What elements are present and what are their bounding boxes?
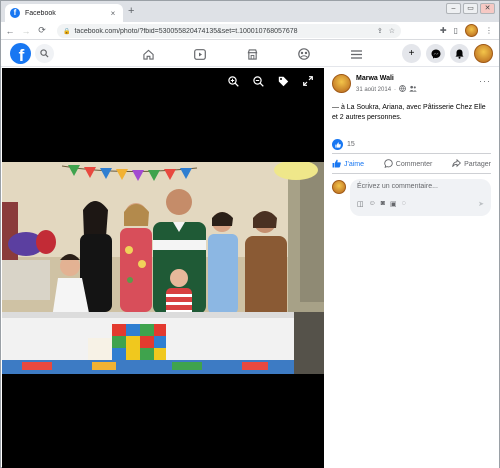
new-tab-button[interactable]: +	[128, 5, 134, 17]
messenger-icon[interactable]	[426, 44, 445, 63]
maximize-button[interactable]: ▭	[463, 3, 478, 14]
close-window-button[interactable]: ✕	[480, 3, 495, 14]
post-details-panel: Marwa Wali 31 août 2014 · ··· — à La Sou…	[324, 68, 499, 468]
separator-dot: ·	[394, 86, 397, 93]
share-arrow-icon	[452, 158, 462, 170]
facebook-logo-icon[interactable]: f	[10, 43, 31, 64]
avatar-sticker-icon[interactable]: ◌	[402, 200, 406, 208]
sticker-icon[interactable]: ◫	[357, 200, 364, 208]
marketplace-icon[interactable]	[241, 43, 263, 65]
viewer-controls	[227, 76, 314, 90]
post-meta: 31 août 2014 ·	[356, 85, 417, 94]
chrome-menu-icon[interactable]: ⋮	[485, 26, 493, 35]
birthday-photo[interactable]	[2, 162, 324, 374]
bookmark-star-icon[interactable]: ☆	[389, 27, 395, 35]
comment-label: Commenter	[395, 160, 433, 168]
tag-icon[interactable]	[277, 76, 289, 90]
back-arrow-icon[interactable]: ←	[3, 26, 17, 36]
reload-icon[interactable]: ⟳	[35, 25, 49, 36]
browser-tab-facebook[interactable]: f Facebook ×	[5, 4, 123, 22]
home-icon[interactable]	[137, 43, 159, 65]
like-reaction-icon	[332, 139, 343, 150]
reactions-summary[interactable]: 15	[332, 139, 355, 150]
like-label: J'aime	[344, 160, 365, 168]
url-text[interactable]: facebook.com/photo/?fbid=530055820474135…	[74, 28, 370, 35]
groups-icon[interactable]	[293, 43, 315, 65]
forward-arrow-icon[interactable]: →	[19, 26, 33, 36]
divider	[332, 153, 491, 154]
create-plus-icon[interactable]: +	[402, 44, 421, 63]
gif-icon[interactable]: ▣	[390, 200, 397, 208]
fullscreen-icon[interactable]	[302, 76, 314, 90]
camera-icon[interactable]: ◙	[381, 200, 385, 208]
share-button[interactable]: Partager	[452, 157, 491, 171]
divider	[332, 173, 491, 174]
tab-title: Facebook	[25, 9, 56, 17]
share-page-icon[interactable]: ⇪	[377, 27, 383, 35]
facebook-top-nav: f +	[1, 41, 499, 67]
like-button[interactable]: J'aime	[332, 157, 364, 171]
post-actions: J'aime Commenter Partager	[332, 157, 491, 171]
comment-bubble-icon	[384, 158, 393, 170]
address-bar[interactable]: 🔒 facebook.com/photo/?fbid=5300558204741…	[57, 24, 401, 38]
comment-button[interactable]: Commenter	[384, 157, 433, 171]
more-options-icon[interactable]: ···	[479, 76, 491, 86]
author-avatar[interactable]	[332, 74, 351, 93]
commenter-avatar[interactable]	[332, 180, 346, 194]
reaction-count: 15	[347, 141, 355, 148]
tab-strip: f Facebook × + – ▭ ✕	[1, 1, 499, 22]
comment-input[interactable]: Écrivez un commentaire...	[357, 183, 438, 190]
comment-tools: ◫ ☺ ◙ ▣ ◌	[357, 200, 406, 208]
author-name[interactable]: Marwa Wali	[356, 75, 394, 82]
photo-viewer	[2, 68, 324, 468]
emoji-icon[interactable]: ☺	[369, 200, 376, 208]
menu-icon[interactable]	[345, 43, 367, 65]
share-label: Partager	[464, 160, 491, 168]
side-panel-icon[interactable]: ▯	[454, 26, 458, 35]
post-date[interactable]: 31 août 2014	[356, 87, 391, 93]
browser-toolbar: ← → ⟳ 🔒 facebook.com/photo/?fbid=5300558…	[1, 22, 499, 40]
zoom-out-icon[interactable]	[252, 76, 264, 90]
thumbs-up-icon	[332, 159, 341, 170]
tab-close-icon[interactable]: ×	[108, 9, 118, 18]
people-icon	[409, 85, 417, 94]
send-icon[interactable]: ➤	[478, 200, 484, 208]
post-caption: — à La Soukra, Ariana, avec Pâtisserie C…	[332, 104, 486, 121]
minimize-button[interactable]: –	[446, 3, 461, 14]
browser-window: f Facebook × + – ▭ ✕ ← → ⟳ 🔒 facebook.co…	[0, 0, 500, 468]
facebook-favicon-icon: f	[10, 8, 20, 18]
browser-profile-avatar[interactable]	[465, 24, 478, 37]
comment-input-box[interactable]: Écrivez un commentaire... ◫ ☺ ◙ ▣ ◌ ➤	[350, 179, 491, 216]
account-avatar[interactable]	[474, 44, 493, 63]
search-icon[interactable]	[35, 44, 54, 63]
lock-icon[interactable]: 🔒	[63, 28, 70, 35]
notifications-bell-icon[interactable]	[450, 44, 469, 63]
globe-icon	[399, 85, 406, 94]
extensions-puzzle-icon[interactable]: ✚	[440, 26, 447, 35]
watch-icon[interactable]	[189, 43, 211, 65]
zoom-in-icon[interactable]	[227, 76, 239, 90]
toolbar-right: ✚ ▯ ⋮	[440, 24, 493, 37]
fb-right-actions: +	[402, 44, 493, 63]
window-controls: – ▭ ✕	[446, 3, 495, 14]
fb-main-tabs	[123, 41, 381, 67]
